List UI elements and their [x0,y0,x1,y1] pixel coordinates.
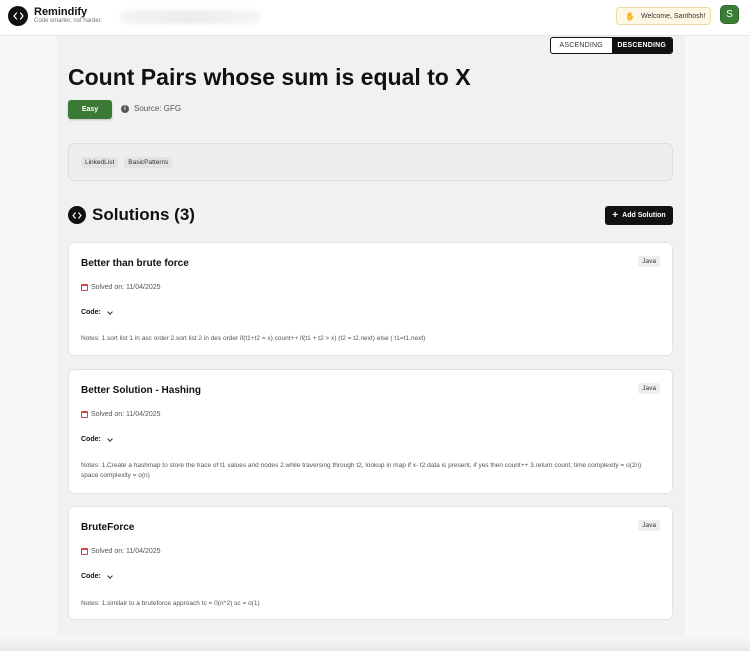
solution-notes: Notes: 1.sort list 1 in asc order 2.sort… [81,335,426,342]
sort-toggle: ASCENDING DESCENDING [550,37,673,54]
source-label: Source: GFG [134,104,182,113]
page-bottom-edge [0,636,750,651]
solution-title: Better than brute force [81,258,189,269]
sort-ascending-button[interactable]: ASCENDING [551,38,612,53]
solved-date-text: Solved on: 11/04/2025 [91,284,161,291]
blurred-search-bar [120,10,260,24]
solved-date-text: Solved on: 11/04/2025 [91,411,161,418]
difficulty-badge: Easy [68,100,112,119]
solutions-heading: Solutions (3) [92,205,195,224]
code-icon [68,206,86,224]
solved-date: Solved on: 11/04/2025 [81,411,161,418]
page-title: Count Pairs whose sum is equal to X [68,64,471,90]
welcome-text: Welcome, Santhosh! [640,12,706,20]
sort-descending-button[interactable]: DESCENDING [611,38,672,53]
add-solution-label: Add Solution [622,212,666,219]
code-label: Code: [81,436,101,443]
brand-name[interactable]: Remindify [34,6,87,18]
code-logo-icon[interactable] [8,6,28,26]
code-label: Code: [81,309,101,316]
solution-title: Better Solution - Hashing [81,385,201,396]
solved-date: Solved on: 11/04/2025 [81,548,161,555]
code-toggle[interactable]: Code: [81,435,113,443]
solved-date: Solved on: 11/04/2025 [81,284,161,291]
top-bar: Remindify Code smarter, not harder. ✋ We… [0,0,750,36]
calendar-icon [81,548,88,555]
tags-container: LinkedList BasicPatterns [68,143,673,181]
tag-basicpatterns: BasicPatterns [124,156,173,168]
solution-card: BruteForce Java Solved on: 11/04/2025 Co… [68,506,673,620]
language-badge: Java [638,256,660,267]
code-toggle[interactable]: Code: [81,572,113,580]
solution-card: Better Solution - Hashing Java Solved on… [68,369,673,494]
solved-date-text: Solved on: 11/04/2025 [91,548,161,555]
calendar-icon [81,411,88,418]
tag-linkedlist: LinkedList [81,156,119,168]
calendar-icon [81,284,88,291]
code-label: Code: [81,573,101,580]
language-badge: Java [638,520,660,531]
chevron-down-icon[interactable] [107,435,113,442]
avatar[interactable]: S [720,5,739,24]
info-icon: i [121,105,129,113]
wave-icon: ✋ [625,11,635,21]
code-toggle[interactable]: Code: [81,308,113,316]
add-solution-button[interactable]: + Add Solution [605,206,673,225]
brand-tagline: Code smarter, not harder. [34,18,103,24]
solution-notes: Notes: 1.similair to a bruteforce approa… [81,600,260,607]
solution-card: Better than brute force Java Solved on: … [68,242,673,356]
solution-title: BruteForce [81,522,135,533]
language-badge: Java [638,383,660,394]
welcome-badge: ✋ Welcome, Santhosh! [616,7,711,25]
solution-notes: Notes: 1.Create a hashmap to store the t… [81,462,642,479]
chevron-down-icon[interactable] [107,572,113,579]
plus-icon: + [612,209,619,221]
chevron-down-icon[interactable] [107,308,113,315]
